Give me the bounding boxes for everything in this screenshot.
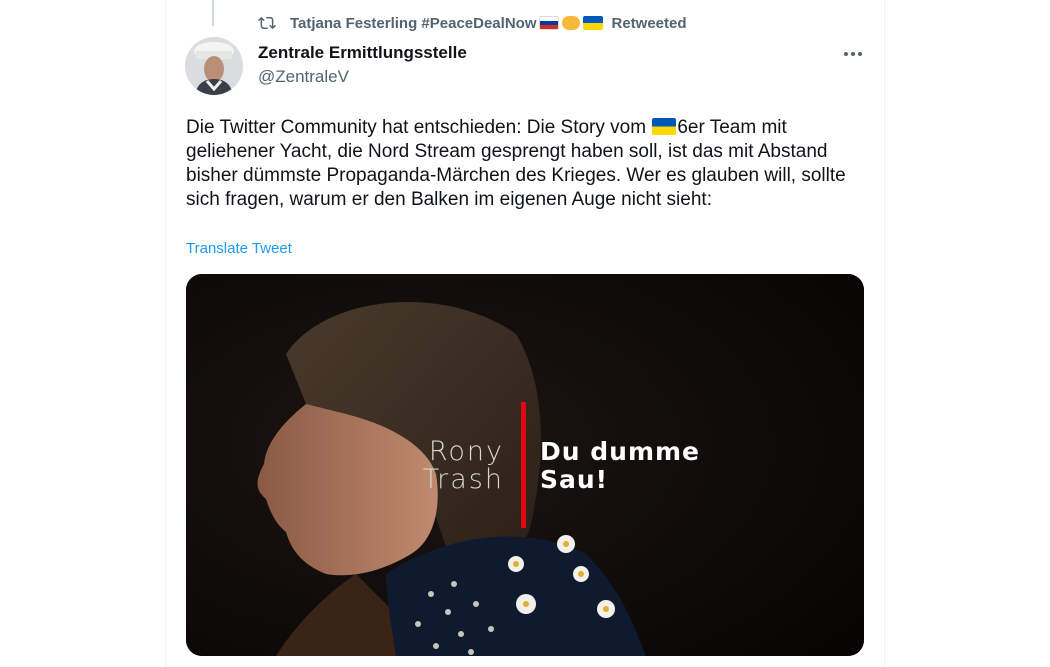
caption-quote-line1: Du dumme xyxy=(540,437,701,466)
thread-connector-line xyxy=(212,0,214,26)
author-block[interactable]: Zentrale Ermittlungsstelle @ZentraleV xyxy=(258,42,467,88)
tweet-media-video[interactable]: Rony Trash Du dumme Sau! xyxy=(186,274,864,656)
video-caption-name: Rony Trash xyxy=(423,438,504,494)
author-handle[interactable]: @ZentraleV xyxy=(258,66,467,88)
handshake-icon xyxy=(562,16,581,30)
video-caption-quote: Du dumme Sau! xyxy=(540,438,700,494)
caption-divider xyxy=(521,402,526,528)
more-dot-icon xyxy=(844,52,848,56)
retweeter-name[interactable]: Tatjana Festerling #PeaceDealNow xyxy=(290,14,604,32)
retweet-context[interactable]: Tatjana Festerling #PeaceDealNow Retweet… xyxy=(258,12,687,34)
avatar-image xyxy=(185,37,243,95)
translate-tweet-link[interactable]: Translate Tweet xyxy=(186,240,292,257)
caption-name-line1: Rony xyxy=(428,436,504,467)
caption-name-line2: Trash xyxy=(422,464,504,495)
caption-quote-line2: Sau! xyxy=(540,465,609,494)
retweet-label: Retweeted xyxy=(611,14,687,32)
tweet-text-part1: Die Twitter Community hat entschieden: D… xyxy=(186,117,652,138)
tweet-text: Die Twitter Community hat entschieden: D… xyxy=(186,116,862,212)
avatar[interactable] xyxy=(185,37,243,95)
author-name[interactable]: Zentrale Ermittlungsstelle xyxy=(258,42,467,64)
retweeter-name-text: Tatjana Festerling #PeaceDealNow xyxy=(290,14,537,32)
more-options-button[interactable] xyxy=(838,42,868,66)
more-dot-icon xyxy=(851,52,855,56)
retweet-icon xyxy=(258,16,276,30)
russia-flag-icon xyxy=(539,16,560,30)
more-dot-icon xyxy=(858,52,862,56)
ukraine-flag-icon xyxy=(583,16,604,30)
ukraine-flag-icon xyxy=(652,117,677,135)
